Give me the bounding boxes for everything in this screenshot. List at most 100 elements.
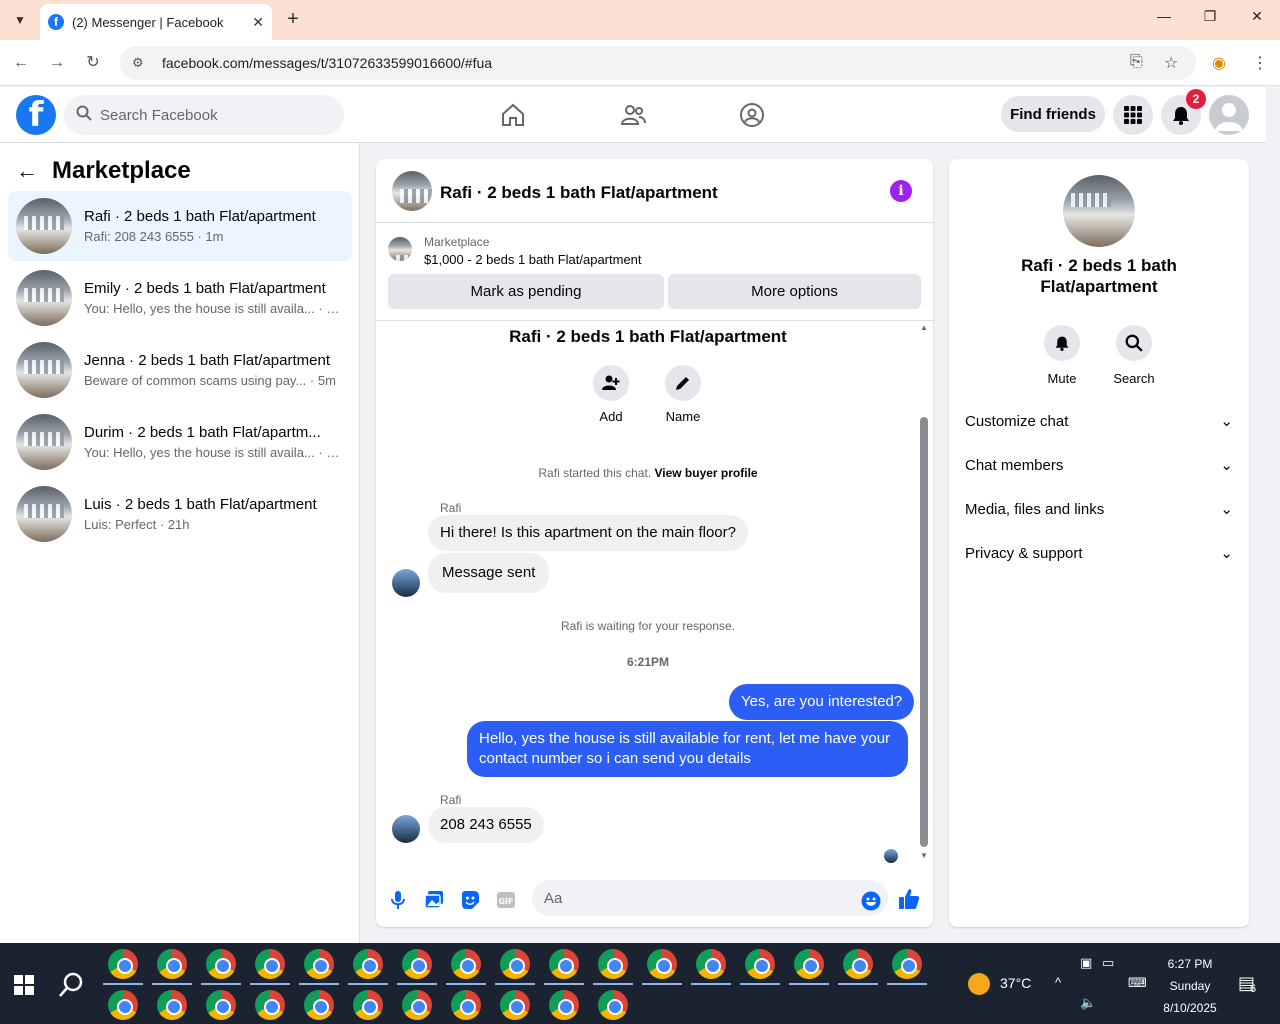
restore-icon[interactable]: ❐ <box>1198 8 1222 25</box>
address-bar[interactable]: ⚙ facebook.com/messages/t/31072633599016… <box>120 46 1196 80</box>
back-arrow-icon[interactable]: ← <box>16 158 38 184</box>
taskbar-chrome-icon[interactable] <box>892 949 922 979</box>
taskbar-chrome-icon[interactable] <box>500 990 530 1020</box>
outgoing-message[interactable]: Yes, are you interested? <box>729 684 915 720</box>
mark-as-pending-button[interactable]: Mark as pending <box>388 274 664 309</box>
taskbar-chrome-icon[interactable] <box>549 949 579 979</box>
conversation-item[interactable]: Emily · 2 beds 1 bath Flat/apartment You:… <box>8 263 352 333</box>
new-tab-icon[interactable]: + <box>282 8 304 30</box>
chat-title[interactable]: Rafi · 2 beds 1 bath Flat/apartment <box>440 183 718 203</box>
add-people-button[interactable]: Add <box>581 365 641 424</box>
name-chat-button[interactable]: Name <box>653 365 713 424</box>
outgoing-message[interactable]: Hello, yes the house is still available … <box>467 721 908 777</box>
close-tab-icon[interactable]: ✕ <box>252 14 264 31</box>
taskbar-chrome-icon[interactable] <box>500 949 530 979</box>
taskbar-chrome-icon[interactable] <box>451 949 481 979</box>
action-center-icon[interactable]: ▤ 6 <box>1238 973 1260 995</box>
account-avatar[interactable] <box>1209 95 1249 135</box>
taskbar-chrome-icon[interactable] <box>843 949 873 979</box>
taskbar-chrome-icon[interactable] <box>255 990 285 1020</box>
privacy-support-section[interactable]: Privacy & support ⌄ <box>957 531 1241 575</box>
message-input-box[interactable] <box>532 880 888 916</box>
groups-icon[interactable] <box>738 101 766 129</box>
sticker-icon[interactable] <box>459 889 481 911</box>
facebook-logo-icon[interactable]: f <box>16 95 56 135</box>
taskbar-chrome-icon[interactable] <box>549 990 579 1020</box>
site-info-icon[interactable]: ⚙ <box>132 55 150 71</box>
reload-icon[interactable]: ↻ <box>82 52 104 74</box>
chat-profile-photo[interactable] <box>1063 175 1135 247</box>
volume-icon[interactable]: 🔈 <box>1080 995 1096 1011</box>
more-options-button[interactable]: More options <box>668 274 921 309</box>
network-icon[interactable]: ▭ <box>1102 955 1114 971</box>
taskbar-chrome-icon[interactable] <box>696 949 726 979</box>
listing-price[interactable]: $1,000 - 2 beds 1 bath Flat/apartment <box>424 252 642 267</box>
taskbar-chrome-icon[interactable] <box>598 949 628 979</box>
friends-icon[interactable] <box>619 101 647 129</box>
home-icon[interactable] <box>499 101 527 129</box>
thumbs-up-icon[interactable] <box>898 888 920 910</box>
taskbar-chrome-icon[interactable] <box>647 949 677 979</box>
conversation-item[interactable]: Rafi · 2 beds 1 bath Flat/apartment Rafi:… <box>8 191 352 261</box>
scrollbar-thumb[interactable] <box>920 417 928 847</box>
back-icon[interactable]: ← <box>10 52 32 74</box>
photo-icon[interactable] <box>423 889 445 911</box>
taskbar-chrome-icon[interactable] <box>206 949 236 979</box>
tray-chevron-icon[interactable]: ^ <box>1055 975 1061 990</box>
browser-tab-messenger[interactable]: f (2) Messenger | Facebook ✕ <box>40 4 272 40</box>
taskbar-chrome-icon[interactable] <box>402 949 432 979</box>
taskbar-chrome-icon[interactable] <box>108 949 138 979</box>
weather-temperature[interactable]: 37°C <box>1000 975 1031 991</box>
meet-now-icon[interactable]: ▣ <box>1080 955 1092 971</box>
taskbar-chrome-icon[interactable] <box>255 949 285 979</box>
taskbar-chrome-icon[interactable] <box>402 990 432 1020</box>
incoming-message[interactable]: Hi there! Is this apartment on the main … <box>428 515 748 551</box>
scroll-down-icon[interactable]: ▼ <box>918 851 930 860</box>
taskbar-chrome-icon[interactable] <box>304 949 334 979</box>
incoming-message[interactable]: Message sent <box>428 553 550 593</box>
taskbar-search-icon[interactable] <box>58 971 86 999</box>
taskbar-chrome-icon[interactable] <box>157 949 187 979</box>
search-in-chat-button[interactable]: Search <box>1104 325 1164 386</box>
browser-menu-icon[interactable]: ⋮ <box>1252 53 1268 73</box>
forward-icon[interactable]: → <box>46 52 68 74</box>
taskbar-chrome-icon[interactable] <box>794 949 824 979</box>
close-window-icon[interactable]: ✕ <box>1245 8 1269 25</box>
system-clock[interactable]: 6:27 PM Sunday 8/10/2025 <box>1150 953 1230 1019</box>
taskbar-chrome-icon[interactable] <box>304 990 334 1020</box>
taskbar-chrome-icon[interactable] <box>157 990 187 1020</box>
taskbar-chrome-icon[interactable] <box>353 990 383 1020</box>
scroll-up-icon[interactable]: ▲ <box>918 323 930 332</box>
listing-thumbnail[interactable] <box>388 237 412 261</box>
emoji-icon[interactable] <box>860 890 882 912</box>
chat-avatar[interactable] <box>392 171 432 211</box>
view-buyer-profile-link[interactable]: View buyer profile <box>654 466 757 480</box>
taskbar-chrome-icon[interactable] <box>451 990 481 1020</box>
thread-scrollbar[interactable]: ▲ ▼ <box>918 321 930 863</box>
page-scrollbar[interactable] <box>1266 87 1280 943</box>
taskbar-chrome-icon[interactable] <box>206 990 236 1020</box>
taskbar-chrome-icon[interactable] <box>353 949 383 979</box>
search-input[interactable] <box>100 106 320 124</box>
install-app-icon[interactable]: ⎘ <box>1130 53 1143 71</box>
conversation-item[interactable]: Jenna · 2 beds 1 bath Flat/apartment Bewa… <box>8 335 352 405</box>
media-files-links-section[interactable]: Media, files and links ⌄ <box>957 487 1241 531</box>
tab-search-chevron-icon[interactable]: ▼ <box>8 8 32 32</box>
gif-icon[interactable]: GIF <box>495 889 517 911</box>
windows-start-icon[interactable] <box>14 975 34 995</box>
mute-button[interactable]: Mute <box>1032 325 1092 386</box>
customize-chat-section[interactable]: Customize chat ⌄ <box>957 399 1241 443</box>
profile-icon[interactable]: ◉ <box>1212 53 1226 73</box>
conversation-item[interactable]: Luis · 2 beds 1 bath Flat/apartment Luis:… <box>8 479 352 549</box>
bookmark-star-icon[interactable]: ☆ <box>1164 53 1178 73</box>
taskbar-chrome-icon[interactable] <box>598 990 628 1020</box>
microphone-icon[interactable] <box>387 889 409 911</box>
find-friends-button[interactable]: Find friends <box>1001 96 1105 132</box>
incoming-message[interactable]: 208 243 6555 <box>428 807 544 843</box>
info-icon[interactable]: i <box>890 180 912 202</box>
message-thread[interactable]: Rafi · 2 beds 1 bath Flat/apartment Add … <box>376 321 933 863</box>
keyboard-icon[interactable]: ⌨ <box>1128 975 1147 991</box>
sender-avatar[interactable] <box>392 569 420 597</box>
message-input[interactable] <box>544 889 844 907</box>
facebook-search[interactable] <box>64 95 344 135</box>
